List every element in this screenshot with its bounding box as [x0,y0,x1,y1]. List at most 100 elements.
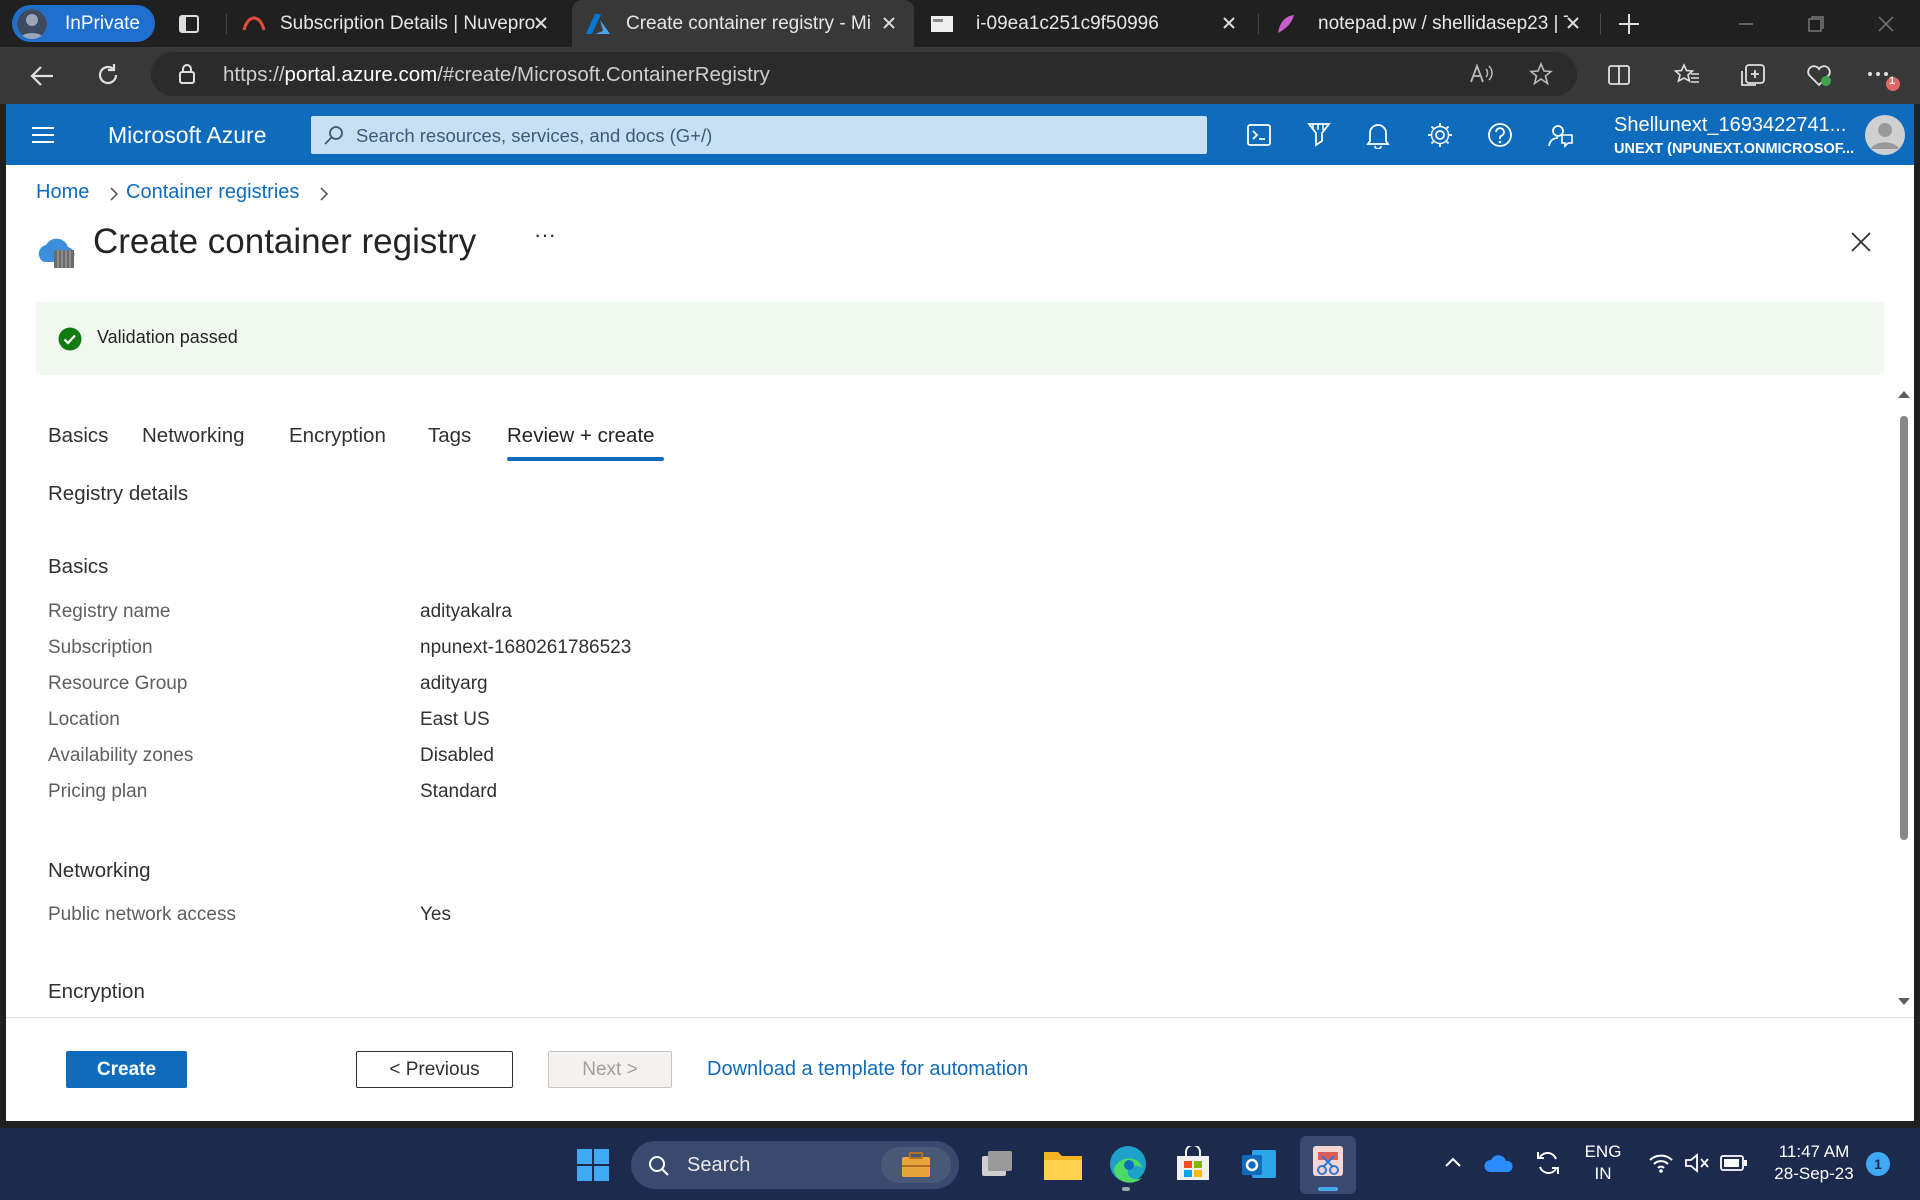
tab-actions-icon[interactable] [178,13,200,35]
clock[interactable]: 11:47 AM 28-Sep-23 [1760,1141,1868,1185]
account-name[interactable]: Shellunext_1693422741... [1614,114,1846,137]
wizard-footer: Create < Previous Next > Download a temp… [6,1017,1914,1121]
value-subscription: npunext-1680261786523 [420,637,632,658]
download-template-link[interactable]: Download a template for automation [707,1058,1028,1081]
chevron-up-icon[interactable] [1442,1152,1464,1174]
microsoft-store-icon[interactable] [1175,1146,1211,1182]
value-resource-group: adityarg [420,673,488,694]
language-indicator[interactable]: ENG IN [1580,1141,1626,1185]
search-placeholder: Search resources, services, and docs (G+… [356,125,713,146]
region-code: IN [1594,1164,1612,1183]
outlook-icon[interactable] [1240,1146,1278,1182]
settings-more-icon[interactable]: 1 [1866,64,1902,92]
tab-title: i-09ea1c251c9f50996 [976,12,1159,34]
notifications-bell-icon[interactable] [1366,121,1390,149]
more-options-icon[interactable]: ··· [534,222,556,248]
file-explorer-icon[interactable] [1043,1146,1083,1182]
value-registry-name: adityakalra [420,601,512,622]
label-subscription: Subscription [48,637,153,658]
browser-essentials-icon[interactable] [1806,63,1832,87]
tab-review-create[interactable]: Review + create [507,424,655,448]
tab-create-container-registry[interactable]: Create container registry - Micr [572,0,914,47]
back-icon[interactable] [29,63,55,89]
previous-button[interactable]: < Previous [356,1051,513,1088]
refresh-icon[interactable] [95,62,121,88]
onedrive-icon[interactable] [1484,1152,1514,1174]
next-button[interactable]: Next > [548,1051,672,1088]
notification-count-badge[interactable]: 1 [1866,1152,1890,1176]
address-bar[interactable]: https://portal.azure.com/#create/Microso… [151,52,1577,96]
windows-taskbar: Search ENG IN 11:47 AM 28-Sep-23 1 [0,1128,1920,1200]
favorite-star-icon[interactable] [1529,62,1553,86]
feedback-icon[interactable] [1546,121,1574,149]
settings-gear-icon[interactable] [1426,121,1454,149]
battery-icon[interactable] [1720,1154,1748,1172]
new-tab-icon[interactable] [1616,11,1642,37]
tab-networking[interactable]: Networking [142,424,245,448]
extension-badge-count: 1 [1889,75,1896,87]
azure-search-input[interactable]: Search resources, services, and docs (G+… [311,116,1207,154]
browser-tab-strip: InPrivate Subscription Details | Nuvepro… [0,0,1920,47]
inprivate-badge[interactable]: InPrivate [12,5,155,42]
close-blade-icon[interactable] [1849,230,1873,254]
close-window-icon[interactable] [1876,14,1896,34]
volume-muted-icon[interactable] [1684,1152,1710,1174]
close-tab-icon[interactable] [1562,12,1584,34]
split-screen-icon[interactable] [1607,63,1631,87]
clock-date: 28-Sep-23 [1774,1164,1854,1183]
label-location: Location [48,709,120,730]
briefcase-icon [881,1147,951,1183]
container-registry-icon [34,232,80,272]
inprivate-label: InPrivate [65,12,140,34]
wifi-icon[interactable] [1648,1152,1674,1174]
breadcrumb-home[interactable]: Home [36,181,89,204]
tab-tags[interactable]: Tags [428,424,471,448]
tab-notepad[interactable]: notepad.pw / shellidasep23 | Tl [1264,0,1598,47]
value-location: East US [420,709,490,730]
close-tab-icon[interactable] [878,12,900,34]
account-tenant[interactable]: UNEXT (NPUNEXT.ONMICROSOF... [1614,141,1854,157]
tab-title: Subscription Details | Nuvepro [280,12,536,34]
taskbar-search[interactable]: Search [631,1141,959,1189]
networking-heading: Networking [48,859,151,882]
breadcrumb-container-registries[interactable]: Container registries [126,181,299,204]
restore-icon[interactable] [1806,14,1826,34]
value-pricing-plan: Standard [420,781,498,802]
windows-start-icon[interactable] [576,1148,610,1182]
lock-icon[interactable] [177,63,197,85]
read-aloud-icon[interactable] [1469,63,1493,85]
snipping-tool-icon[interactable] [1300,1136,1356,1194]
success-check-icon [58,327,82,351]
favorites-icon[interactable] [1674,63,1700,87]
tab-instance[interactable]: i-09ea1c251c9f50996 [920,0,1254,47]
language-code: ENG [1584,1142,1622,1161]
portal-menu-icon[interactable] [30,124,56,146]
cloud-shell-icon[interactable] [1246,122,1272,148]
create-button[interactable]: Create [66,1051,187,1088]
address-bar-row: https://portal.azure.com/#create/Microso… [0,47,1920,104]
sync-icon[interactable] [1534,1149,1562,1177]
encryption-heading: Encryption [48,980,145,1003]
minimize-icon[interactable] [1736,14,1756,34]
tab-title: Create container registry - Micr [626,12,872,34]
page-title: Create container registry [93,222,477,261]
task-view-icon[interactable] [978,1146,1016,1182]
label-public-network-access: Public network access [48,904,236,925]
azure-portal-page: Microsoft Azure Search resources, servic… [6,104,1914,1121]
taskbar-search-label: Search [687,1154,751,1176]
content-scrollbar[interactable] [1894,386,1914,1011]
close-tab-icon[interactable] [530,12,552,34]
value-availability-zones: Disabled [420,745,494,766]
tab-nuvepro[interactable]: Subscription Details | Nuvepro [232,0,566,47]
edge-browser-icon[interactable] [1108,1144,1148,1191]
chevron-right-icon [318,186,330,202]
collections-icon[interactable] [1740,63,1766,89]
directory-filter-icon[interactable] [1306,121,1332,149]
tab-encryption[interactable]: Encryption [289,424,386,448]
registry-details-heading: Registry details [48,482,189,505]
tab-basics[interactable]: Basics [48,424,108,448]
user-avatar-icon[interactable] [1864,114,1906,156]
azure-brand[interactable]: Microsoft Azure [108,122,267,149]
close-tab-icon[interactable] [1218,12,1240,34]
help-icon[interactable] [1486,121,1514,149]
